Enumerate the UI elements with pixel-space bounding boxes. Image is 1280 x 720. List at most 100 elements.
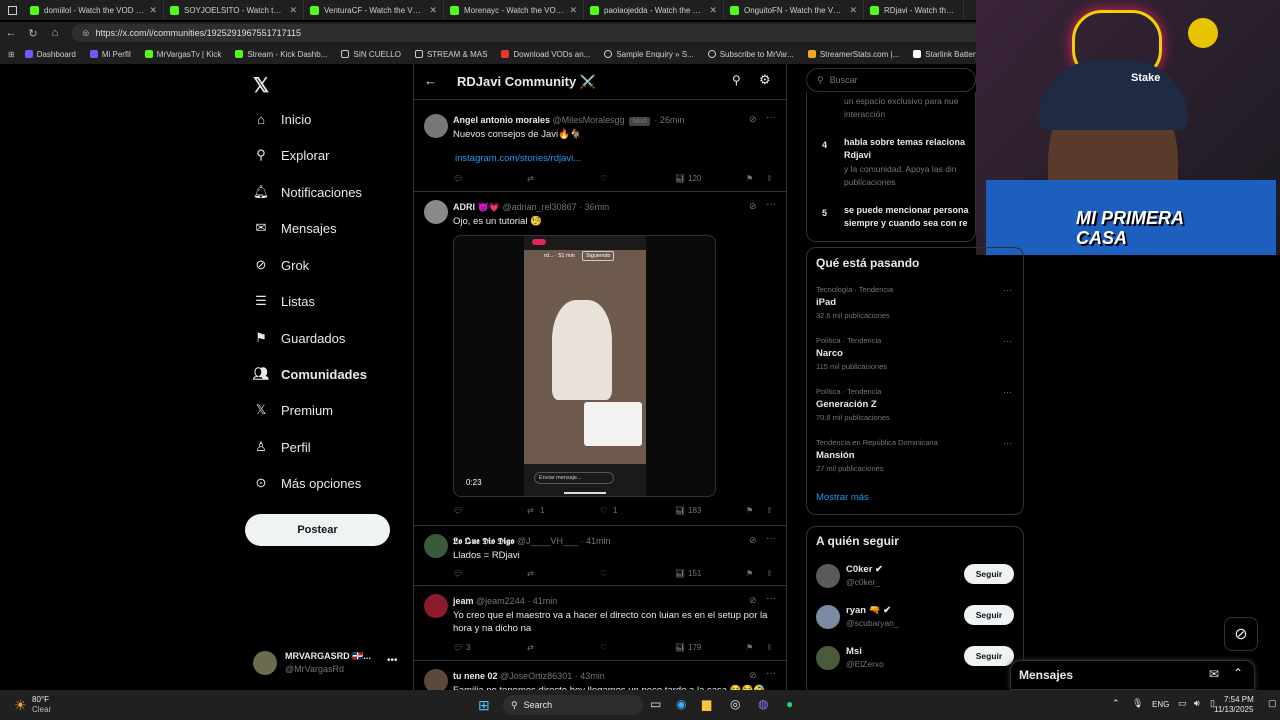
- views-icon[interactable]: 📊︎: [675, 174, 685, 183]
- taskbar-search[interactable]: ⚲ Search: [503, 695, 643, 715]
- tweet-author[interactable]: tu nene 02: [453, 671, 498, 681]
- reply-icon[interactable]: 💬︎: [453, 643, 463, 652]
- nav-premium[interactable]: 𝕏 Premium: [253, 402, 333, 418]
- new-message-icon[interactable]: ✉: [1209, 667, 1219, 681]
- chrome-icon[interactable]: ◎: [730, 697, 740, 711]
- more-dots-icon[interactable]: ···: [766, 199, 776, 210]
- volume-icon[interactable]: 🔊︎: [1194, 698, 1200, 709]
- avatar[interactable]: [816, 564, 840, 588]
- more-dots-icon[interactable]: ···: [1003, 336, 1012, 346]
- tweet-handle[interactable]: @MilesMoralesgg: [553, 115, 625, 125]
- tweet-author[interactable]: ADRI 😈💗: [453, 202, 500, 212]
- nav-lists[interactable]: ☰ Listas: [253, 293, 315, 309]
- more-dots-icon[interactable]: ···: [766, 112, 776, 123]
- x-logo-icon[interactable]: 𝕏: [253, 73, 269, 98]
- retweet-icon[interactable]: ⇄: [527, 643, 534, 652]
- follow-button[interactable]: Seguir: [964, 564, 1014, 584]
- notification-icon[interactable]: ▢: [1268, 698, 1277, 709]
- more-dots-icon[interactable]: ···: [1003, 285, 1012, 295]
- clock-time[interactable]: 7:54 PM: [1224, 695, 1254, 704]
- bookmark[interactable]: Download VODs an...: [501, 50, 590, 59]
- spotify-icon[interactable]: ●: [786, 697, 793, 711]
- nav-notifications[interactable]: 🔔︎ Notificaciones: [253, 184, 362, 200]
- share-icon[interactable]: ⇪: [766, 569, 773, 578]
- close-tab-icon[interactable]: ✕: [569, 5, 577, 16]
- windows-start-icon[interactable]: ⊞: [478, 697, 490, 714]
- show-more-link[interactable]: Mostrar más: [816, 492, 869, 503]
- bookmark[interactable]: StreamerStats.com |...: [807, 50, 899, 59]
- retweet-icon[interactable]: ⇄: [527, 569, 534, 578]
- tweet[interactable]: Angel antonio morales @MilesMoralesgg Mod…: [414, 108, 786, 192]
- close-tab-icon[interactable]: ✕: [709, 5, 717, 16]
- network-icon[interactable]: ▭: [1178, 698, 1187, 709]
- close-tab-icon[interactable]: ✕: [149, 5, 157, 16]
- reply-icon[interactable]: 💬︎: [453, 569, 463, 578]
- browser-tab[interactable]: OnguitoFN - Watch the VOD o ✕: [724, 0, 864, 20]
- search-input[interactable]: ⚲ Buscar: [806, 68, 976, 92]
- tweet-handle[interactable]: @jeam2244: [476, 596, 525, 606]
- account-switcher[interactable]: MRVARGASRD 🇩🇴... @MrVargasRd •••: [253, 651, 403, 677]
- chevron-up-icon[interactable]: ⌃: [1112, 698, 1120, 709]
- bookmark-icon[interactable]: ⚑: [746, 174, 753, 183]
- like-icon[interactable]: ♡: [600, 643, 607, 652]
- like-icon[interactable]: ♡: [600, 569, 607, 578]
- apps-icon[interactable]: ⊞: [8, 50, 15, 59]
- clock-date[interactable]: 11/13/2025: [1214, 705, 1253, 714]
- tweet-video[interactable]: rd... · 51 min Siguiendo Enviar mensaje.…: [453, 235, 716, 497]
- like-icon[interactable]: ♡: [600, 174, 607, 183]
- follow-button[interactable]: Seguir: [964, 646, 1014, 666]
- share-icon[interactable]: ⇪: [766, 174, 773, 183]
- grok-icon[interactable]: ⊘: [749, 201, 757, 212]
- avatar[interactable]: [816, 646, 840, 670]
- more-dots-icon[interactable]: ···: [766, 593, 776, 604]
- like-icon[interactable]: ♡: [600, 506, 607, 515]
- tweet-author[interactable]: jeam: [453, 596, 474, 606]
- bookmark[interactable]: MrVargasTv | Kick: [144, 50, 221, 59]
- nav-profile[interactable]: ♙ Perfil: [253, 439, 310, 455]
- tab-menu-icon[interactable]: [0, 0, 24, 20]
- nav-explore[interactable]: ⚲ Explorar: [253, 147, 329, 163]
- bookmark[interactable]: Subscribe to MrVar...: [707, 50, 794, 59]
- tweet-handle[interactable]: @J____VH___: [517, 536, 578, 546]
- grok-icon[interactable]: ⊘: [749, 114, 757, 125]
- discord-icon[interactable]: ◍: [758, 697, 768, 711]
- nav-home[interactable]: ⌂ Inicio: [253, 111, 311, 127]
- back-arrow-icon[interactable]: ←: [424, 73, 437, 88]
- views-icon[interactable]: 📊︎: [675, 643, 685, 652]
- microphone-icon[interactable]: 🎙︎: [1132, 698, 1143, 709]
- tweet-author[interactable]: Angel antonio morales: [453, 115, 550, 125]
- nav-communities[interactable]: 👥︎ Comunidades: [253, 366, 367, 382]
- task-view-icon[interactable]: ▭: [650, 697, 661, 711]
- site-info-icon[interactable]: ⊜: [82, 28, 90, 39]
- tweet[interactable]: ADRI 😈💗 @adrian_rel30867 · 36min ⊘ ··· O…: [414, 192, 786, 526]
- bookmark-icon[interactable]: ⚑: [746, 643, 753, 652]
- nav-messages[interactable]: ✉ Mensajes: [253, 220, 337, 236]
- more-dots-icon[interactable]: ···: [1003, 438, 1012, 448]
- browser-tab[interactable]: RDjavi - Watch the VOD o: [864, 0, 964, 20]
- trend-item[interactable]: Política · Tendencia Generación Z 70,8 mil…: [816, 387, 1016, 422]
- browser-tab[interactable]: SOYJOELSITO - Watch the VOD✕: [164, 0, 304, 20]
- nav-grok[interactable]: ⊘ Grok: [253, 257, 310, 273]
- reload-icon[interactable]: ↻: [22, 27, 44, 40]
- share-icon[interactable]: ⇪: [766, 506, 773, 515]
- close-tab-icon[interactable]: ✕: [429, 5, 437, 16]
- settings-icon[interactable]: ⚙: [759, 72, 771, 88]
- edge-icon[interactable]: ◉: [676, 697, 686, 711]
- reply-icon[interactable]: 💬︎: [453, 174, 463, 183]
- more-dots-icon[interactable]: •••: [387, 655, 398, 666]
- share-icon[interactable]: ⇪: [766, 643, 773, 652]
- more-dots-icon[interactable]: ···: [1003, 387, 1012, 397]
- tweet-handle[interactable]: @adrian_rel30867: [502, 202, 576, 212]
- trend-item[interactable]: Tendencia en República Dominicana Mansión…: [816, 438, 1016, 473]
- tweet[interactable]: jeam @jeam2244 · 41min ⊘ ··· Yo creo que…: [414, 586, 786, 661]
- tweet-author[interactable]: 𝕷𝖔 𝕼𝖚𝖊 𝕯𝖎𝖔 𝕯𝖎𝖌𝖔: [453, 536, 514, 546]
- bookmark-icon[interactable]: ⚑: [746, 506, 753, 515]
- browser-tab[interactable]: domiilol - Watch the VOD on K ✕: [24, 0, 164, 20]
- close-tab-icon[interactable]: ✕: [849, 5, 857, 16]
- nav-more[interactable]: ⊙ Más opciones: [253, 475, 362, 491]
- grok-icon[interactable]: ⊘: [1224, 617, 1258, 651]
- nav-bookmarks[interactable]: ⚑ Guardados: [253, 330, 345, 346]
- avatar[interactable]: [816, 605, 840, 629]
- bookmark[interactable]: Mi Perfil: [89, 50, 131, 59]
- chevron-up-icon[interactable]: ⌃: [1233, 666, 1243, 680]
